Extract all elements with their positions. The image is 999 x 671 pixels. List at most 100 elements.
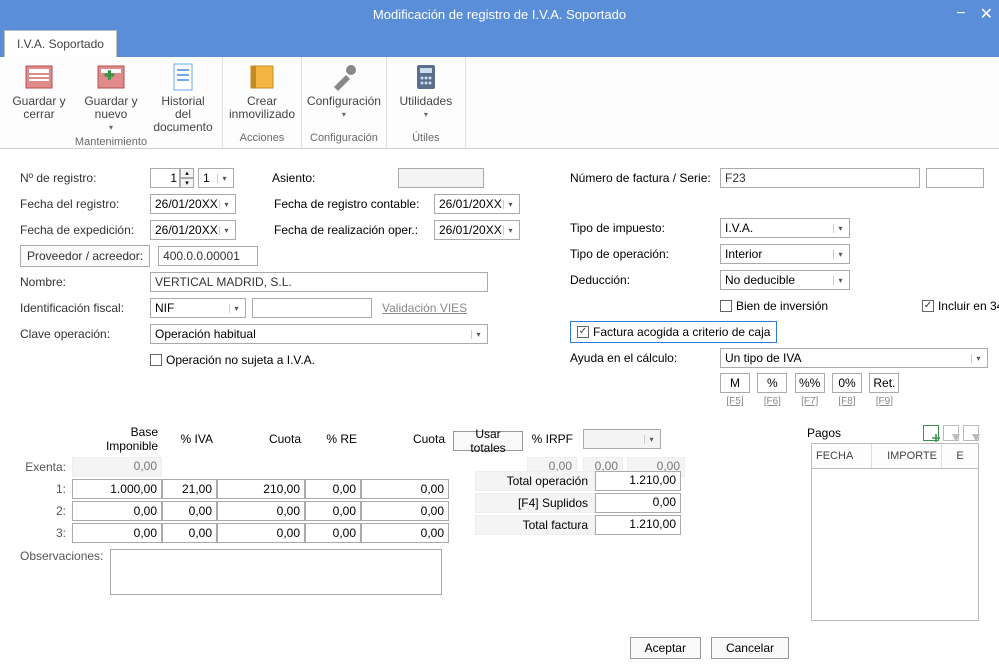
usar-totales-button[interactable]: Usar totales bbox=[453, 431, 523, 451]
aceptar-button[interactable]: Aceptar bbox=[630, 637, 701, 659]
fecha-registro-input[interactable]: 26/01/20XX▾ bbox=[150, 194, 236, 214]
serie-input[interactable] bbox=[926, 168, 984, 188]
chevron-down-icon: ▾ bbox=[217, 174, 231, 183]
pagos-title: Pagos bbox=[807, 426, 841, 440]
delete-pago-icon[interactable] bbox=[963, 425, 979, 441]
cuota2-input[interactable] bbox=[361, 523, 449, 543]
calculator-icon bbox=[410, 61, 442, 93]
shortcut-pctpct-button[interactable]: %% bbox=[795, 373, 825, 393]
historial-documento-button[interactable]: Historial del documento bbox=[152, 61, 214, 134]
fecha-contable-input[interactable]: 26/01/20XX▾ bbox=[434, 194, 520, 214]
observaciones-textarea[interactable] bbox=[110, 549, 442, 595]
id-fiscal-label: Identificación fiscal: bbox=[20, 301, 150, 315]
num-factura-input[interactable] bbox=[720, 168, 920, 188]
shortcut-0pct-button[interactable]: 0% bbox=[832, 373, 862, 393]
num-registro-b-select[interactable]: 1▾ bbox=[198, 168, 234, 188]
base-input[interactable] bbox=[72, 479, 162, 499]
cuota2-input[interactable] bbox=[361, 479, 449, 499]
right-column: Número de factura / Serie: Tipo de impue… bbox=[570, 167, 999, 411]
cancelar-button[interactable]: Cancelar bbox=[711, 637, 789, 659]
tools-icon bbox=[328, 61, 360, 93]
proveedor-input[interactable] bbox=[158, 246, 258, 266]
observaciones-label: Observaciones: bbox=[20, 549, 110, 563]
validacion-vies-link[interactable]: Validación VIES bbox=[382, 301, 467, 315]
fecha-registro-label: Fecha del registro: bbox=[20, 197, 150, 211]
shortcut-ret-button[interactable]: Ret. bbox=[869, 373, 899, 393]
total-operacion-label: Total operación bbox=[475, 471, 595, 491]
spin-up-icon[interactable]: ▴ bbox=[180, 168, 194, 178]
factura-criterio-caja-checkbox[interactable]: ✓ Factura acogida a criterio de caja bbox=[570, 321, 777, 343]
document-history-icon bbox=[167, 61, 199, 93]
cuota-input[interactable] bbox=[217, 501, 305, 521]
chevron-down-icon: ▾ bbox=[342, 110, 346, 119]
proveedor-button[interactable]: Proveedor / acreedor: bbox=[20, 245, 150, 267]
cuota-input[interactable] bbox=[217, 479, 305, 499]
configuracion-button[interactable]: Configuración ▾ bbox=[313, 61, 375, 119]
tipo-operacion-label: Tipo de operación: bbox=[570, 247, 720, 261]
tipo-operacion-select[interactable]: Interior▾ bbox=[720, 244, 850, 264]
tipo-impuesto-label: Tipo de impuesto: bbox=[570, 221, 720, 235]
window-title: Modificación de registro de I.V.A. Sopor… bbox=[373, 7, 626, 22]
spin-down-icon[interactable]: ▾ bbox=[180, 178, 194, 188]
row-label: 1: bbox=[20, 482, 72, 496]
crear-inmovilizado-button[interactable]: Crear inmovilizado bbox=[231, 61, 293, 121]
fecha-expedicion-input[interactable]: 26/01/20XX▾ bbox=[150, 220, 236, 240]
calendar-dropdown-icon: ▾ bbox=[219, 226, 233, 235]
base-input[interactable] bbox=[72, 501, 162, 521]
totals-summary: Total operación 1.210,00 [F4] Suplidos 0… bbox=[475, 449, 681, 537]
tipo-impuesto-select[interactable]: I.V.A.▾ bbox=[720, 218, 850, 238]
guardar-nuevo-button[interactable]: Guardar y nuevo ▾ bbox=[80, 61, 142, 134]
id-fiscal-tipo-select[interactable]: NIF▾ bbox=[150, 298, 246, 318]
ribbon-group-utiles: Útiles bbox=[412, 130, 440, 146]
save-close-icon bbox=[23, 61, 55, 93]
add-pago-icon[interactable] bbox=[923, 425, 939, 441]
checkbox-icon bbox=[150, 354, 162, 366]
num-registro-label: Nº de registro: bbox=[20, 171, 150, 185]
minimize-icon[interactable]: − bbox=[956, 5, 965, 23]
nombre-input[interactable] bbox=[150, 272, 488, 292]
clave-operacion-label: Clave operación: bbox=[20, 327, 150, 341]
iva-input[interactable] bbox=[162, 479, 217, 499]
shortcut-m-button[interactable]: M bbox=[720, 373, 750, 393]
form-area: Nº de registro: ▴▾ 1▾ Asiento: Fecha del… bbox=[0, 149, 999, 421]
chevron-down-icon: ▾ bbox=[424, 110, 428, 119]
ribbon: Guardar y cerrar Guardar y nuevo ▾ Histo… bbox=[0, 57, 999, 149]
ayuda-calculo-select[interactable]: Un tipo de IVA▾ bbox=[720, 348, 988, 368]
pagos-table[interactable]: FECHA IMPORTE E bbox=[811, 443, 979, 621]
f5-label: [F5] bbox=[720, 396, 750, 407]
total-factura-label: Total factura bbox=[475, 515, 595, 535]
re-input[interactable] bbox=[305, 523, 361, 543]
edit-pago-icon[interactable] bbox=[943, 425, 959, 441]
f9-label: [F9] bbox=[869, 396, 899, 407]
id-fiscal-valor-input[interactable] bbox=[252, 298, 372, 318]
re-input[interactable] bbox=[305, 501, 361, 521]
utilidades-button[interactable]: Utilidades ▾ bbox=[395, 61, 457, 119]
nombre-label: Nombre: bbox=[20, 275, 150, 289]
suplidos-label[interactable]: [F4] Suplidos bbox=[475, 493, 595, 513]
cuota2-input[interactable] bbox=[361, 501, 449, 521]
f7-label: [F7] bbox=[795, 396, 825, 407]
cuota-input[interactable] bbox=[217, 523, 305, 543]
shortcut-pct-button[interactable]: % bbox=[757, 373, 787, 393]
iva-input[interactable] bbox=[162, 501, 217, 521]
fecha-expedicion-label: Fecha de expedición: bbox=[20, 223, 150, 237]
book-icon bbox=[246, 61, 278, 93]
clave-operacion-select[interactable]: Operación habitual▾ bbox=[150, 324, 488, 344]
fecha-realizacion-input[interactable]: 26/01/20XX▾ bbox=[434, 220, 520, 240]
base-input[interactable] bbox=[72, 523, 162, 543]
re-input[interactable] bbox=[305, 479, 361, 499]
close-icon[interactable]: ✕ bbox=[980, 4, 993, 24]
iva-input[interactable] bbox=[162, 523, 217, 543]
no-sujeta-iva-checkbox[interactable]: Operación no sujeta a I.V.A. bbox=[150, 353, 315, 367]
tab-iva-soportado[interactable]: I.V.A. Soportado bbox=[4, 30, 117, 57]
bien-inversion-checkbox[interactable]: Bien de inversión bbox=[720, 299, 828, 313]
suplidos-value[interactable]: 0,00 bbox=[595, 493, 681, 513]
num-registro-a-input[interactable]: ▴▾ bbox=[150, 168, 194, 188]
guardar-cerrar-button[interactable]: Guardar y cerrar bbox=[8, 61, 70, 134]
col-re-header: % RE bbox=[305, 432, 361, 446]
checkbox-checked-icon: ✓ bbox=[922, 300, 934, 312]
irpf-select[interactable]: ▾ bbox=[583, 429, 661, 449]
deduccion-select[interactable]: No deducible▾ bbox=[720, 270, 850, 290]
incluir-347-checkbox[interactable]: ✓ Incluir en 347 bbox=[922, 299, 999, 313]
asiento-label: Asiento: bbox=[272, 171, 398, 185]
